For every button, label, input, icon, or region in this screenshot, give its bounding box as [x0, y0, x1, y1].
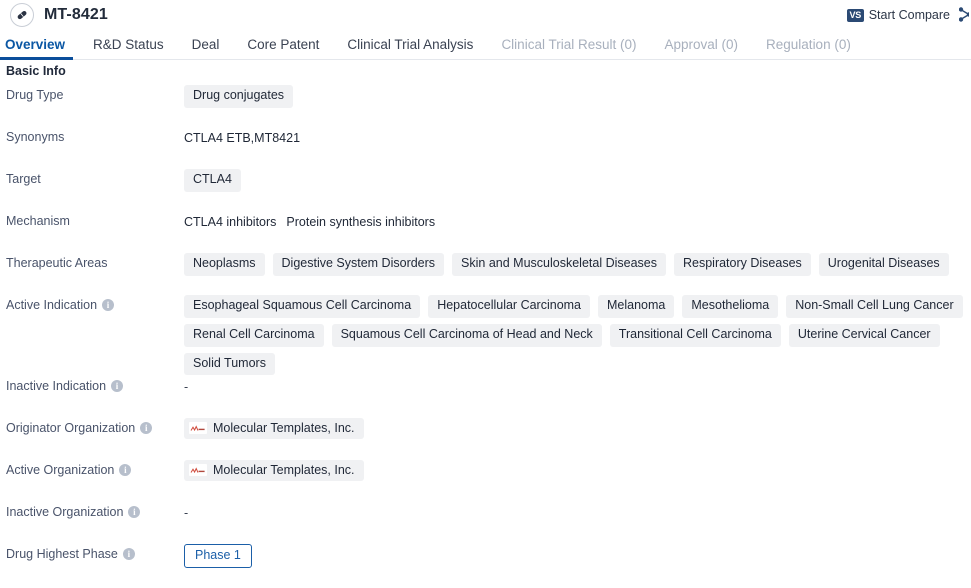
- info-icon[interactable]: i: [140, 422, 153, 435]
- row-drug-highest-phase: Drug Highest Phase i Phase 1: [0, 543, 971, 585]
- tag-therapeutic-area[interactable]: Skin and Musculoskeletal Diseases: [452, 253, 666, 276]
- tab-approval: Approval (0): [664, 36, 739, 52]
- info-icon[interactable]: i: [128, 506, 141, 519]
- row-active-organization: Active Organization i Molecular Template…: [0, 459, 971, 501]
- info-icon[interactable]: i: [122, 548, 135, 561]
- tag-indication[interactable]: Esophageal Squamous Cell Carcinoma: [184, 295, 421, 318]
- label-target: Target: [6, 168, 184, 187]
- label-drug-type-text: Drug Type: [6, 88, 64, 102]
- mechanism-list: CTLA4 inhibitors Protein synthesis inhib…: [184, 211, 435, 229]
- value-synonyms: CTLA4 ETB,MT8421: [184, 126, 971, 146]
- label-active-organization: Active Organization i: [6, 459, 184, 478]
- value-mechanism: CTLA4 inhibitors Protein synthesis inhib…: [184, 210, 971, 229]
- company-logo-icon: [189, 464, 207, 477]
- row-active-indication: Active Indication i Esophageal Squamous …: [0, 294, 971, 376]
- start-compare-label: Start Compare: [868, 8, 950, 22]
- tag-indication[interactable]: Non-Small Cell Lung Cancer: [786, 295, 963, 318]
- basic-info-rows: Drug Type Drug conjugates Synonyms CTLA4…: [0, 78, 971, 588]
- value-originator-organization: Molecular Templates, Inc.: [184, 417, 971, 440]
- tab-clinical-trial-result: Clinical Trial Result (0): [501, 36, 637, 52]
- org-chip-active[interactable]: Molecular Templates, Inc.: [184, 460, 364, 482]
- row-mechanism: Mechanism CTLA4 inhibitors Protein synth…: [0, 210, 971, 252]
- label-therapeutic-areas-text: Therapeutic Areas: [6, 256, 108, 270]
- row-drug-type: Drug Type Drug conjugates: [0, 84, 971, 126]
- header-actions: VS Start Compare: [846, 5, 969, 25]
- row-therapeutic-areas: Therapeutic Areas Neoplasms Digestive Sy…: [0, 252, 971, 294]
- page-header: MT-8421 VS Start Compare: [0, 0, 971, 30]
- info-icon[interactable]: i: [119, 464, 132, 477]
- row-synonyms: Synonyms CTLA4 ETB,MT8421: [0, 126, 971, 168]
- tab-rd-status[interactable]: R&D Status: [79, 37, 178, 60]
- org-chip-originator[interactable]: Molecular Templates, Inc.: [184, 418, 364, 440]
- page-title: MT-8421: [44, 6, 108, 23]
- org-name: Molecular Templates, Inc.: [213, 463, 355, 478]
- section-title-basic-info: Basic Info: [6, 64, 66, 78]
- value-active-organization: Molecular Templates, Inc.: [184, 459, 971, 482]
- value-active-indication: Esophageal Squamous Cell Carcinoma Hepat…: [184, 294, 971, 376]
- label-originator-organization-text: Originator Organization: [6, 421, 136, 436]
- tab-core-patent[interactable]: Core Patent: [233, 37, 333, 60]
- value-therapeutic-areas: Neoplasms Digestive System Disorders Ski…: [184, 252, 971, 276]
- label-drug-highest-phase-text: Drug Highest Phase: [6, 547, 118, 562]
- start-compare-button[interactable]: VS Start Compare: [846, 8, 950, 22]
- tag-therapeutic-area[interactable]: Urogenital Diseases: [818, 253, 949, 276]
- tab-regulation: Regulation (0): [766, 36, 851, 52]
- org-name: Molecular Templates, Inc.: [213, 421, 355, 436]
- tag-indication[interactable]: Melanoma: [598, 295, 675, 318]
- label-active-organization-text: Active Organization: [6, 463, 115, 478]
- mechanism-item: Protein synthesis inhibitors: [286, 215, 436, 229]
- info-icon[interactable]: i: [102, 299, 115, 312]
- label-drug-type: Drug Type: [6, 84, 184, 103]
- tag-therapeutic-area[interactable]: Digestive System Disorders: [272, 253, 445, 276]
- status-badge-phase[interactable]: Phase 1: [184, 544, 252, 568]
- tab-clinical-trial-analysis[interactable]: Clinical Trial Analysis: [333, 37, 487, 60]
- info-icon[interactable]: i: [111, 380, 124, 393]
- value-drug-highest-phase: Phase 1: [184, 543, 971, 568]
- tag-therapeutic-area[interactable]: Neoplasms: [184, 253, 265, 276]
- label-inactive-indication: Inactive Indication i: [6, 375, 184, 394]
- tag-indication[interactable]: Hepatocellular Carcinoma: [428, 295, 591, 318]
- label-synonyms: Synonyms: [6, 126, 184, 145]
- tag-indication[interactable]: Mesothelioma: [682, 295, 779, 318]
- tag-indication[interactable]: Solid Tumors: [184, 352, 275, 376]
- label-target-text: Target: [6, 172, 41, 186]
- label-synonyms-text: Synonyms: [6, 130, 65, 144]
- row-originator-organization: Originator Organization i Molecular Temp…: [0, 417, 971, 459]
- label-active-indication-text: Active Indication: [6, 298, 98, 312]
- tag-indication[interactable]: Squamous Cell Carcinoma of Head and Neck: [331, 323, 602, 347]
- inactive-indication-value: -: [184, 380, 189, 395]
- tab-deal[interactable]: Deal: [178, 37, 234, 60]
- tag-indication[interactable]: Uterine Cervical Cancer: [788, 323, 940, 347]
- row-inactive-organization: Inactive Organization i -: [0, 501, 971, 543]
- synonyms-text: CTLA4 ETB,MT8421: [184, 131, 301, 145]
- value-inactive-organization: -: [184, 501, 971, 520]
- label-inactive-organization: Inactive Organization i: [6, 501, 184, 520]
- value-inactive-indication: -: [184, 375, 971, 394]
- vs-icon: VS: [846, 8, 864, 22]
- tab-bar: Overview R&D Status Deal Core Patent Cli…: [0, 30, 971, 60]
- company-logo-icon: [189, 422, 207, 435]
- label-inactive-organization-text: Inactive Organization: [6, 505, 124, 520]
- tag-therapeutic-area[interactable]: Respiratory Diseases: [673, 253, 811, 276]
- label-inactive-indication-text: Inactive Indication: [6, 379, 107, 394]
- share-icon[interactable]: [959, 5, 969, 25]
- tag-target[interactable]: CTLA4: [184, 169, 241, 192]
- row-target: Target CTLA4: [0, 168, 971, 210]
- label-therapeutic-areas: Therapeutic Areas: [6, 252, 184, 271]
- tag-indication[interactable]: Renal Cell Carcinoma: [184, 323, 324, 347]
- inactive-organization-value: -: [184, 506, 189, 521]
- tab-overview[interactable]: Overview: [0, 37, 79, 60]
- value-drug-type: Drug conjugates: [184, 84, 971, 108]
- mechanism-item: CTLA4 inhibitors: [184, 215, 277, 229]
- label-active-indication: Active Indication i: [6, 294, 184, 313]
- label-originator-organization: Originator Organization i: [6, 417, 184, 436]
- tag-drug-type[interactable]: Drug conjugates: [184, 85, 294, 108]
- tag-indication[interactable]: Transitional Cell Carcinoma: [609, 323, 781, 347]
- label-mechanism: Mechanism: [6, 210, 184, 229]
- label-drug-highest-phase: Drug Highest Phase i: [6, 543, 184, 562]
- label-mechanism-text: Mechanism: [6, 214, 70, 228]
- row-inactive-indication: Inactive Indication i -: [0, 375, 971, 417]
- value-target: CTLA4: [184, 168, 971, 192]
- pill-icon: [10, 3, 34, 27]
